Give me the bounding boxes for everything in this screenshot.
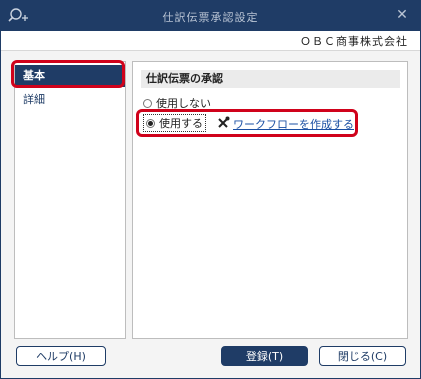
window-title: 仕訳伝票承認設定 [162,11,259,24]
sidebar-item-basic[interactable]: 基本 [15,65,125,87]
tools-icon [217,116,230,132]
help-button[interactable]: ヘルプ(H) [16,346,106,366]
workflow-link[interactable]: ワークフローを作成する [217,116,354,132]
radio-option-use[interactable]: 使用する [143,114,206,132]
company-name: ＯＢＣ商事株式会社 [300,35,408,48]
register-button[interactable]: 登録(T) [221,346,308,366]
close-icon[interactable]: ✕ [394,7,410,23]
main-panel: 仕訳伝票の承認 使用しない 使用する ワークフローを作成する [132,61,408,339]
sidebar: 基本 詳細 [14,61,126,339]
sidebar-item-detail[interactable]: 詳細 [15,89,125,111]
radio-label: 使用する [159,117,203,130]
radio-button[interactable] [143,98,152,108]
radio-label: 使用しない [156,97,211,110]
company-bar: ＯＢＣ商事株式会社 [1,31,420,51]
radio-button[interactable] [146,118,155,128]
title-bar: 仕訳伝票承認設定 ✕ [1,1,420,31]
focus-outline: 使用する [143,114,206,132]
close-button[interactable]: 閉じる(C) [319,346,406,366]
section-title: 仕訳伝票の承認 [141,70,400,88]
radio-option-not-use[interactable]: 使用しない [143,95,211,111]
workflow-link-label[interactable]: ワークフローを作成する [233,116,354,132]
